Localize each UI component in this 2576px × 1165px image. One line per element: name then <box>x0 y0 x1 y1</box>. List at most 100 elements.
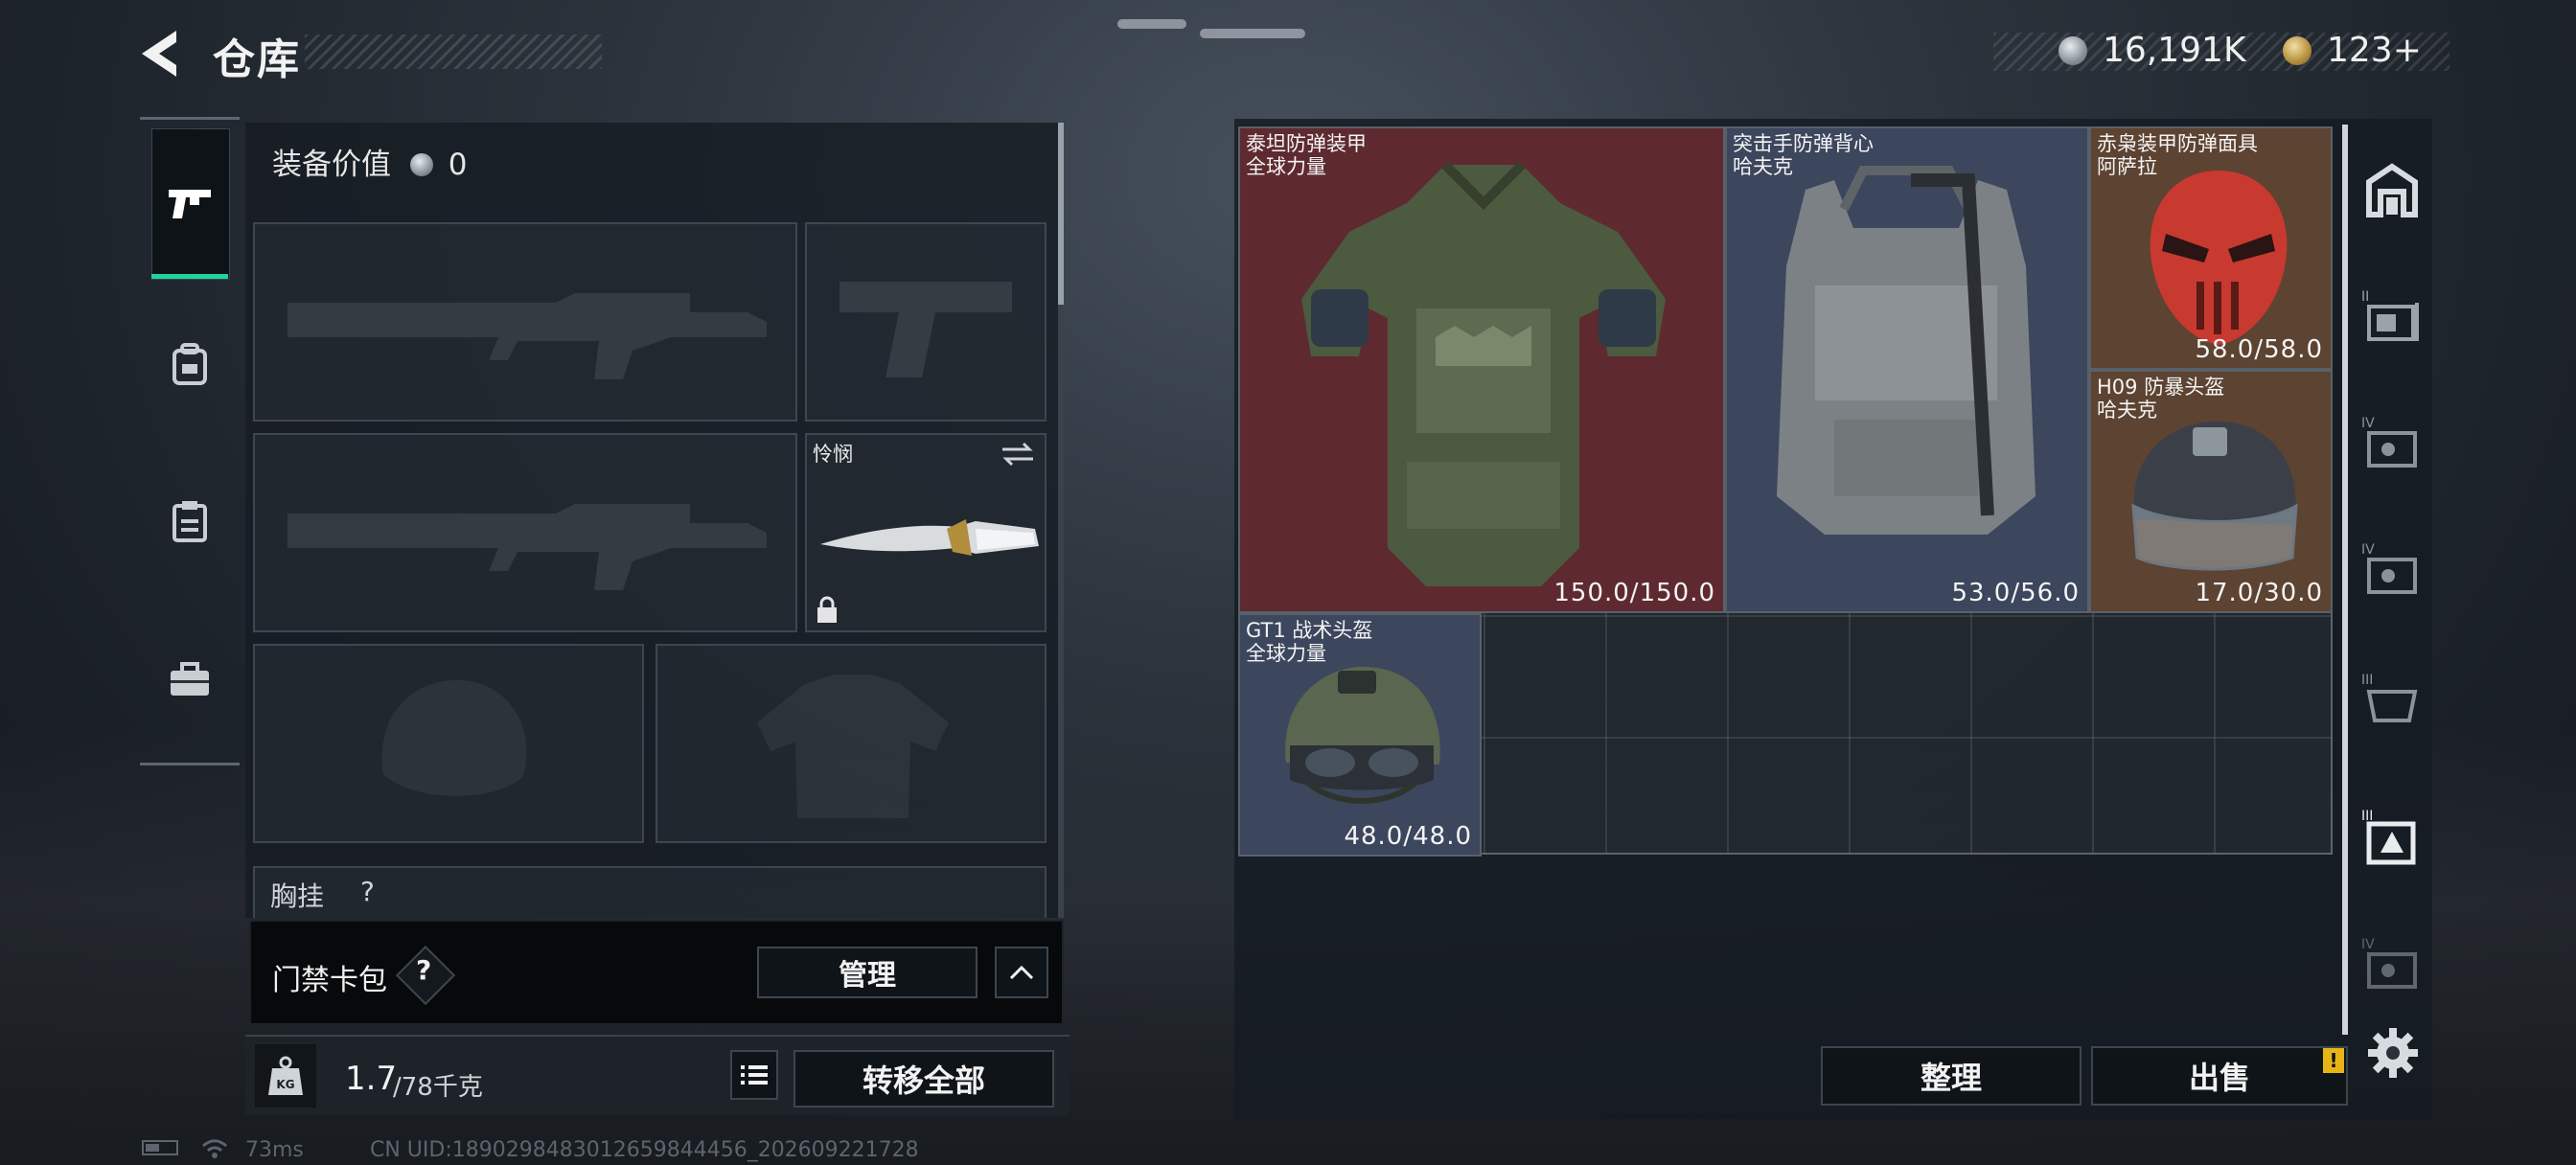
gold-currency-amount[interactable]: 123+ <box>2327 31 2422 70</box>
backpack-icon <box>172 343 207 385</box>
chest-rig-value: ? <box>360 876 375 907</box>
nav-item-weapons[interactable] <box>150 163 230 243</box>
pistol-icon <box>169 190 211 218</box>
secondary-weapon-slot[interactable] <box>253 433 797 632</box>
silver-coin-icon <box>409 153 433 176</box>
item-name: 突击手防弹背心 哈夫克 <box>1733 132 1874 178</box>
storage-crate-icon: III <box>2361 673 2418 722</box>
chevron-up-icon <box>1009 965 1034 980</box>
manage-button[interactable]: 管理 <box>757 947 978 998</box>
armor-silhouette-icon <box>757 674 949 818</box>
silver-coin-icon <box>2058 36 2087 65</box>
silver-currency-amount: 16,191K <box>2103 31 2246 70</box>
helmet-silhouette-icon <box>381 679 527 796</box>
help-icon[interactable]: ? <box>416 954 431 986</box>
nav-frame-top <box>140 117 240 120</box>
stash-tab-tier-iii-a[interactable]: III <box>2359 667 2425 732</box>
weight-current: 1.7 <box>345 1060 398 1098</box>
chest-rig-slot[interactable]: 胸挂 ? <box>253 866 1046 918</box>
storage-crate-icon: III <box>2361 809 2416 865</box>
svg-text:III: III <box>2361 673 2373 688</box>
stash-item-mask-red[interactable]: 赤枭装甲防弹面具 阿萨拉 58.0/58.0 <box>2089 126 2333 370</box>
stash-home-icon <box>2366 163 2418 217</box>
transfer-all-button[interactable]: 转移全部 <box>794 1050 1054 1108</box>
ping-text: 73ms <box>245 1138 304 1162</box>
stash-tab-tier-iv-a[interactable]: IV <box>2359 410 2425 475</box>
clipboard-icon <box>172 501 207 542</box>
equipment-value-label: 装备价值 <box>272 148 391 182</box>
sell-button[interactable]: 出售 <box>2091 1046 2348 1106</box>
equipment-value-amount: 0 <box>448 148 468 182</box>
red-mask-image <box>2150 171 2288 345</box>
nav-frame-bottom <box>140 763 240 765</box>
collapse-button[interactable] <box>995 947 1048 998</box>
ceiling-light <box>1200 29 1305 38</box>
gear-icon <box>2368 1028 2418 1078</box>
svg-text:IV: IV <box>2361 542 2375 558</box>
settings-button[interactable] <box>2365 1025 2421 1081</box>
capacity-bar: KG 1.7 /78千克 转移全部 <box>245 1035 1070 1115</box>
swap-arrows-icon[interactable] <box>999 441 1037 468</box>
back-arrow-icon <box>142 31 176 77</box>
armor-slot[interactable] <box>656 644 1046 843</box>
primary-weapon-slot[interactable] <box>253 222 797 422</box>
list-view-button[interactable] <box>730 1050 778 1100</box>
loadout-scroll-thumb[interactable] <box>1058 123 1064 305</box>
riot-helmet-image <box>2131 421 2298 571</box>
rifle-silhouette-icon <box>288 504 767 590</box>
item-name: H09 防暴头盔 哈夫克 <box>2097 376 2225 422</box>
nav-item-consumables[interactable] <box>150 481 230 561</box>
knife-image <box>820 519 1039 556</box>
stash-item-vest-assault[interactable]: 突击手防弹背心 哈夫克 53.0/56.0 <box>1725 126 2089 613</box>
stash-item-helmet-gt1[interactable]: GT1 战术头盔 全球力量 48.0/48.0 <box>1238 613 1482 857</box>
svg-text:IV: IV <box>2361 416 2375 431</box>
stash-item-armor-titan[interactable]: 泰坦防弹装甲 全球力量 150.0/150.0 <box>1238 126 1725 613</box>
stash-tab-home[interactable] <box>2359 159 2425 224</box>
melee-slot[interactable]: 怜悯 <box>805 433 1046 632</box>
title-hatch-decor <box>305 34 602 69</box>
nav-item-gear[interactable] <box>150 324 230 404</box>
stash-tab-tier-iii-active[interactable]: III <box>2359 803 2425 868</box>
equipment-value: 装备价值 0 <box>272 140 467 183</box>
item-durability: 17.0/30.0 <box>2195 579 2323 607</box>
stash-item-helmet-h09[interactable]: H09 防暴头盔 哈夫克 17.0/30.0 <box>2089 370 2333 613</box>
item-durability: 58.0/58.0 <box>2195 335 2323 364</box>
stash-tab-tier-ii[interactable]: II <box>2359 284 2425 349</box>
item-name: 赤枭装甲防弹面具 阿萨拉 <box>2097 132 2258 178</box>
weight-max: /78千克 <box>393 1073 483 1102</box>
helmet-slot[interactable] <box>253 644 644 843</box>
item-durability: 48.0/48.0 <box>1344 822 1472 851</box>
lock-icon <box>817 596 837 623</box>
access-card-bar: 门禁卡包 ? 管理 <box>249 920 1064 1025</box>
chest-rig-label: 胸挂 <box>270 880 325 912</box>
nav-item-case[interactable] <box>150 640 230 720</box>
body-armor-image <box>1301 161 1666 586</box>
toolbox-icon <box>171 662 209 696</box>
list-icon <box>741 1065 768 1085</box>
plate-carrier-image <box>1777 166 2036 535</box>
page-title: 仓库 <box>213 35 301 84</box>
stash-tab-tier-iv-b[interactable]: IV <box>2359 537 2425 602</box>
ceiling-light <box>1117 19 1186 29</box>
pistol-silhouette-icon <box>840 282 1012 377</box>
storage-case-icon: IV <box>2361 937 2417 989</box>
loadout-panel: 怜悯 胸挂 ? <box>245 123 1064 918</box>
sidearm-slot[interactable] <box>805 222 1046 422</box>
tactical-helmet-image <box>1285 666 1440 804</box>
back-button[interactable] <box>134 27 192 80</box>
sort-button[interactable]: 整理 <box>1821 1046 2082 1106</box>
storage-box-icon: II <box>2361 289 2419 341</box>
storage-case-icon: IV <box>2361 542 2417 594</box>
stash-tab-tier-iv-c[interactable]: IV <box>2359 931 2425 996</box>
storage-case-icon: IV <box>2361 416 2417 468</box>
wifi-icon <box>201 1138 228 1159</box>
uid-text: CN UID:1890298483012659844456_2026092217… <box>370 1138 919 1162</box>
stash-scrollbar[interactable] <box>2342 125 2348 1035</box>
access-card-label: 门禁卡包 <box>272 964 387 997</box>
svg-text:IV: IV <box>2361 937 2375 952</box>
item-durability: 150.0/150.0 <box>1553 579 1715 607</box>
item-name: 泰坦防弹装甲 全球力量 <box>1246 132 1367 178</box>
sell-alert-badge: ! <box>2323 1048 2344 1073</box>
item-durability: 53.0/56.0 <box>1951 579 2080 607</box>
svg-text:II: II <box>2361 289 2369 305</box>
